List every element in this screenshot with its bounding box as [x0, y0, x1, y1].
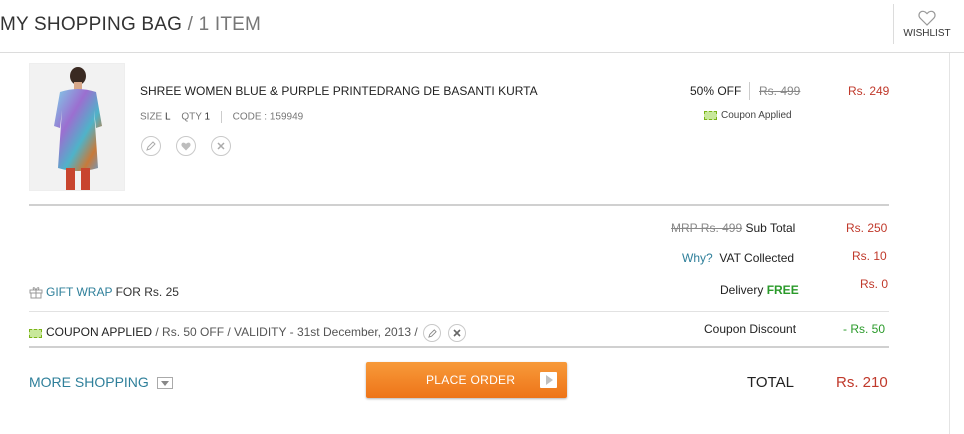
wishlist-label: WISHLIST: [903, 28, 951, 39]
product-image[interactable]: [29, 63, 125, 191]
item-price: Rs. 249: [848, 84, 890, 98]
remove-coupon-button[interactable]: [448, 324, 467, 342]
page-title-text: MY SHOPPING BAG: [0, 14, 183, 35]
meta-divider: [220, 111, 222, 123]
qty-label: QTY: [181, 111, 202, 123]
discount-badge: 50% OFF: [690, 84, 742, 98]
coupon-icon: [29, 328, 42, 338]
item-count: 1 ITEM: [198, 14, 262, 35]
coupon-icon: [704, 110, 717, 120]
total-value: Rs. 210: [836, 374, 888, 391]
size-value: L: [165, 111, 171, 123]
original-price: Rs. 499: [759, 84, 801, 98]
subtotal-row: MRP Rs. 499 Sub Total: [671, 221, 795, 235]
delivery-label: Delivery: [720, 283, 764, 297]
coupon-discount-value: - Rs. 50: [843, 322, 886, 336]
subtotal-label: Sub Total: [745, 221, 796, 235]
page-title: MY SHOPPING BAG / 1 ITEM: [0, 14, 261, 36]
coupon-applied-text: Coupon Applied: [721, 110, 792, 121]
size-label: SIZE: [140, 111, 163, 123]
edit-icon: [427, 328, 437, 338]
remove-icon: [217, 142, 225, 150]
heart-icon: [918, 10, 936, 26]
place-order-label: PLACE ORDER: [426, 373, 516, 387]
coupon-discount-label: Coupon Discount: [704, 322, 797, 336]
code-value: 159949: [269, 111, 304, 123]
code-label: CODE :: [232, 111, 268, 123]
panel-edge: [949, 53, 950, 434]
footer-separator: [29, 346, 889, 348]
gift-icon: [29, 287, 43, 299]
price-divider: [749, 82, 750, 100]
product-name[interactable]: SHREE WOMEN BLUE & PURPLE PRINTEDRANG DE…: [140, 84, 538, 98]
gift-wrap-price: FOR Rs. 25: [115, 285, 179, 299]
delivery-row: Delivery FREE: [720, 283, 799, 297]
edit-item-button[interactable]: [141, 136, 161, 156]
item-separator: [29, 204, 889, 206]
heart-icon: [181, 142, 191, 150]
edit-coupon-button[interactable]: [423, 324, 442, 342]
remove-icon: [453, 329, 461, 337]
summary-separator: [29, 311, 889, 312]
move-to-wishlist-button[interactable]: [176, 136, 196, 156]
gift-wrap-row: GIFT WRAP FOR Rs. 25: [29, 285, 179, 299]
vat-value: Rs. 10: [852, 249, 887, 263]
vat-row: Why? VAT Collected: [682, 251, 794, 265]
more-shopping-label: MORE SHOPPING: [29, 374, 149, 390]
chevron-down-icon: [156, 377, 173, 390]
mrp-struck-total: MRP Rs. 499: [671, 221, 743, 235]
header-divider-line: [0, 52, 964, 53]
qty-value: 1: [204, 111, 211, 123]
arrow-right-icon: [540, 372, 557, 388]
vat-label: VAT Collected: [719, 251, 795, 265]
wishlist-button[interactable]: WISHLIST: [894, 10, 960, 39]
remove-item-button[interactable]: [211, 136, 231, 156]
title-separator: /: [187, 14, 194, 35]
coupon-applied-label: COUPON APPLIED: [46, 325, 153, 340]
gift-wrap-link[interactable]: GIFT WRAP: [46, 285, 112, 299]
coupon-row: COUPON APPLIED / Rs. 50 OFF / VALIDITY -…: [29, 324, 467, 342]
vat-why-link[interactable]: Why?: [682, 251, 713, 265]
total-label: TOTAL: [747, 374, 794, 391]
delivery-amount: Rs. 0: [860, 277, 889, 291]
edit-icon: [146, 141, 156, 151]
subtotal-value: Rs. 250: [846, 221, 888, 235]
delivery-free: FREE: [766, 283, 799, 297]
coupon-details: / Rs. 50 OFF / VALIDITY - 31st December,…: [155, 325, 418, 340]
product-meta: SIZE L QTY 1 CODE : 159949: [140, 111, 303, 123]
coupon-applied-status: Coupon Applied: [704, 110, 792, 121]
place-order-button[interactable]: PLACE ORDER: [366, 362, 567, 398]
more-shopping-link[interactable]: MORE SHOPPING: [29, 374, 173, 390]
